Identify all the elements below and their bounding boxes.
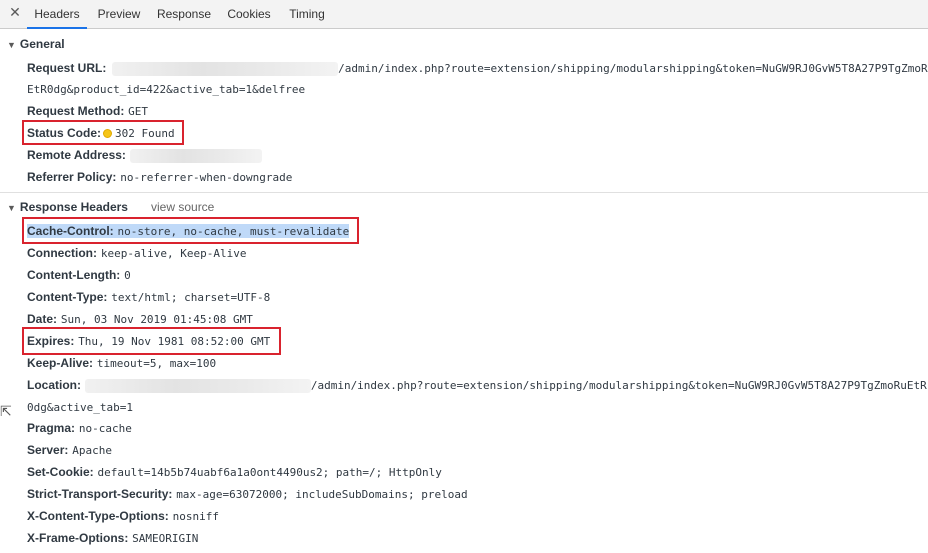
header-row-location: Location: /admin/index.php?route=extensi… <box>27 378 927 393</box>
server-value: Apache <box>72 444 112 457</box>
section-divider <box>0 192 928 193</box>
header-row-set-cookie: Set-Cookie: default=14b5b74uabf6a1a0ont4… <box>27 465 442 480</box>
header-row-keep-alive: Keep-Alive: timeout=5, max=100 <box>27 356 216 371</box>
header-row-x-content-type-options: X-Content-Type-Options: nosniff <box>27 509 219 524</box>
header-row-content-length: Content-Length: 0 <box>27 268 131 283</box>
referrer-policy-key: Referrer Policy: <box>27 170 117 184</box>
cache-control-highlight <box>22 217 359 244</box>
content-length-value: 0 <box>124 269 131 282</box>
keep-alive-value: timeout=5, max=100 <box>96 357 217 370</box>
set-cookie-key: Set-Cookie: <box>27 465 94 479</box>
date-value: Sun, 03 Nov 2019 01:45:08 GMT <box>60 313 253 326</box>
request-url-row: Request URL: /admin/index.php?route=exte… <box>27 61 928 76</box>
triangle-down-icon: ▼ <box>7 203 16 213</box>
tab-response[interactable]: Response <box>154 0 214 28</box>
request-method-value: GET <box>128 105 149 118</box>
request-url-continuation: EtR0dg&product_id=422&active_tab=1&delfr… <box>27 82 305 97</box>
general-section-header[interactable]: ▼ General <box>7 37 65 51</box>
header-row-x-frame-options: X-Frame-Options: SAMEORIGIN <box>27 531 198 546</box>
redacted-location-host <box>84 378 311 393</box>
redacted-host <box>112 61 339 76</box>
redacted-remote-address <box>129 148 262 163</box>
date-key: Date: <box>27 312 58 326</box>
location-key: Location: <box>27 378 81 392</box>
header-row-date: Date: Sun, 03 Nov 2019 01:45:08 GMT <box>27 312 253 327</box>
connection-value: keep-alive, Keep-Alive <box>100 247 247 260</box>
tab-cookies[interactable]: Cookies <box>224 0 274 28</box>
header-row-pragma: Pragma: no-cache <box>27 421 132 436</box>
server-key: Server: <box>27 443 69 457</box>
hsts-value: max-age=63072000; includeSubDomains; pre… <box>176 488 468 501</box>
request-url-value-2: EtR0dg&product_id=422&active_tab=1&delfr… <box>27 83 306 96</box>
tab-preview[interactable]: Preview <box>94 0 144 28</box>
request-method-key: Request Method: <box>27 104 125 118</box>
hsts-key: Strict-Transport-Security: <box>27 487 173 501</box>
x-frame-options-key: X-Frame-Options: <box>27 531 129 545</box>
header-row-content-type: Content-Type: text/html; charset=UTF-8 <box>27 290 270 305</box>
content-type-value: text/html; charset=UTF-8 <box>111 291 271 304</box>
pragma-key: Pragma: <box>27 421 76 435</box>
location-continuation: 0dg&active_tab=1 <box>27 400 133 415</box>
set-cookie-value: default=14b5b74uabf6a1a0ont4490us2; path… <box>97 466 442 479</box>
header-row-server: Server: Apache <box>27 443 112 458</box>
resize-cursor-icon: ⇱ <box>0 404 12 420</box>
devtools-tabbar: ✕ Headers Preview Response Cookies Timin… <box>0 0 928 29</box>
x-content-type-options-key: X-Content-Type-Options: <box>27 509 169 523</box>
x-frame-options-value: SAMEORIGIN <box>132 532 199 545</box>
referrer-policy-row: Referrer Policy: no-referrer-when-downgr… <box>27 170 292 185</box>
referrer-policy-value: no-referrer-when-downgrade <box>120 171 293 184</box>
header-row-strict-transport-security: Strict-Transport-Security: max-age=63072… <box>27 487 468 502</box>
remote-address-key: Remote Address: <box>27 148 126 162</box>
expires-highlight <box>22 327 281 355</box>
request-url-key: Request URL: <box>27 61 107 75</box>
request-method-row: Request Method: GET <box>27 104 148 119</box>
header-row-connection: Connection: keep-alive, Keep-Alive <box>27 246 247 261</box>
tab-timing[interactable]: Timing <box>284 0 330 28</box>
content-type-key: Content-Type: <box>27 290 108 304</box>
connection-key: Connection: <box>27 246 97 260</box>
location-value-2: 0dg&active_tab=1 <box>27 401 133 414</box>
request-url-value: /admin/index.php?route=extension/shippin… <box>338 62 928 75</box>
location-value: /admin/index.php?route=extension/shippin… <box>310 379 927 392</box>
close-icon[interactable]: ✕ <box>8 6 22 20</box>
triangle-down-icon: ▼ <box>7 40 16 50</box>
remote-address-row: Remote Address: <box>27 148 262 163</box>
keep-alive-key: Keep-Alive: <box>27 356 94 370</box>
pragma-value: no-cache <box>78 422 132 435</box>
content-length-key: Content-Length: <box>27 268 121 282</box>
view-source-link[interactable]: view source <box>151 200 214 214</box>
x-content-type-options-value: nosniff <box>172 510 219 523</box>
tab-headers[interactable]: Headers <box>27 0 87 29</box>
response-headers-section-header[interactable]: ▼ Response Headers <box>7 200 128 214</box>
status-code-highlight <box>22 120 184 145</box>
